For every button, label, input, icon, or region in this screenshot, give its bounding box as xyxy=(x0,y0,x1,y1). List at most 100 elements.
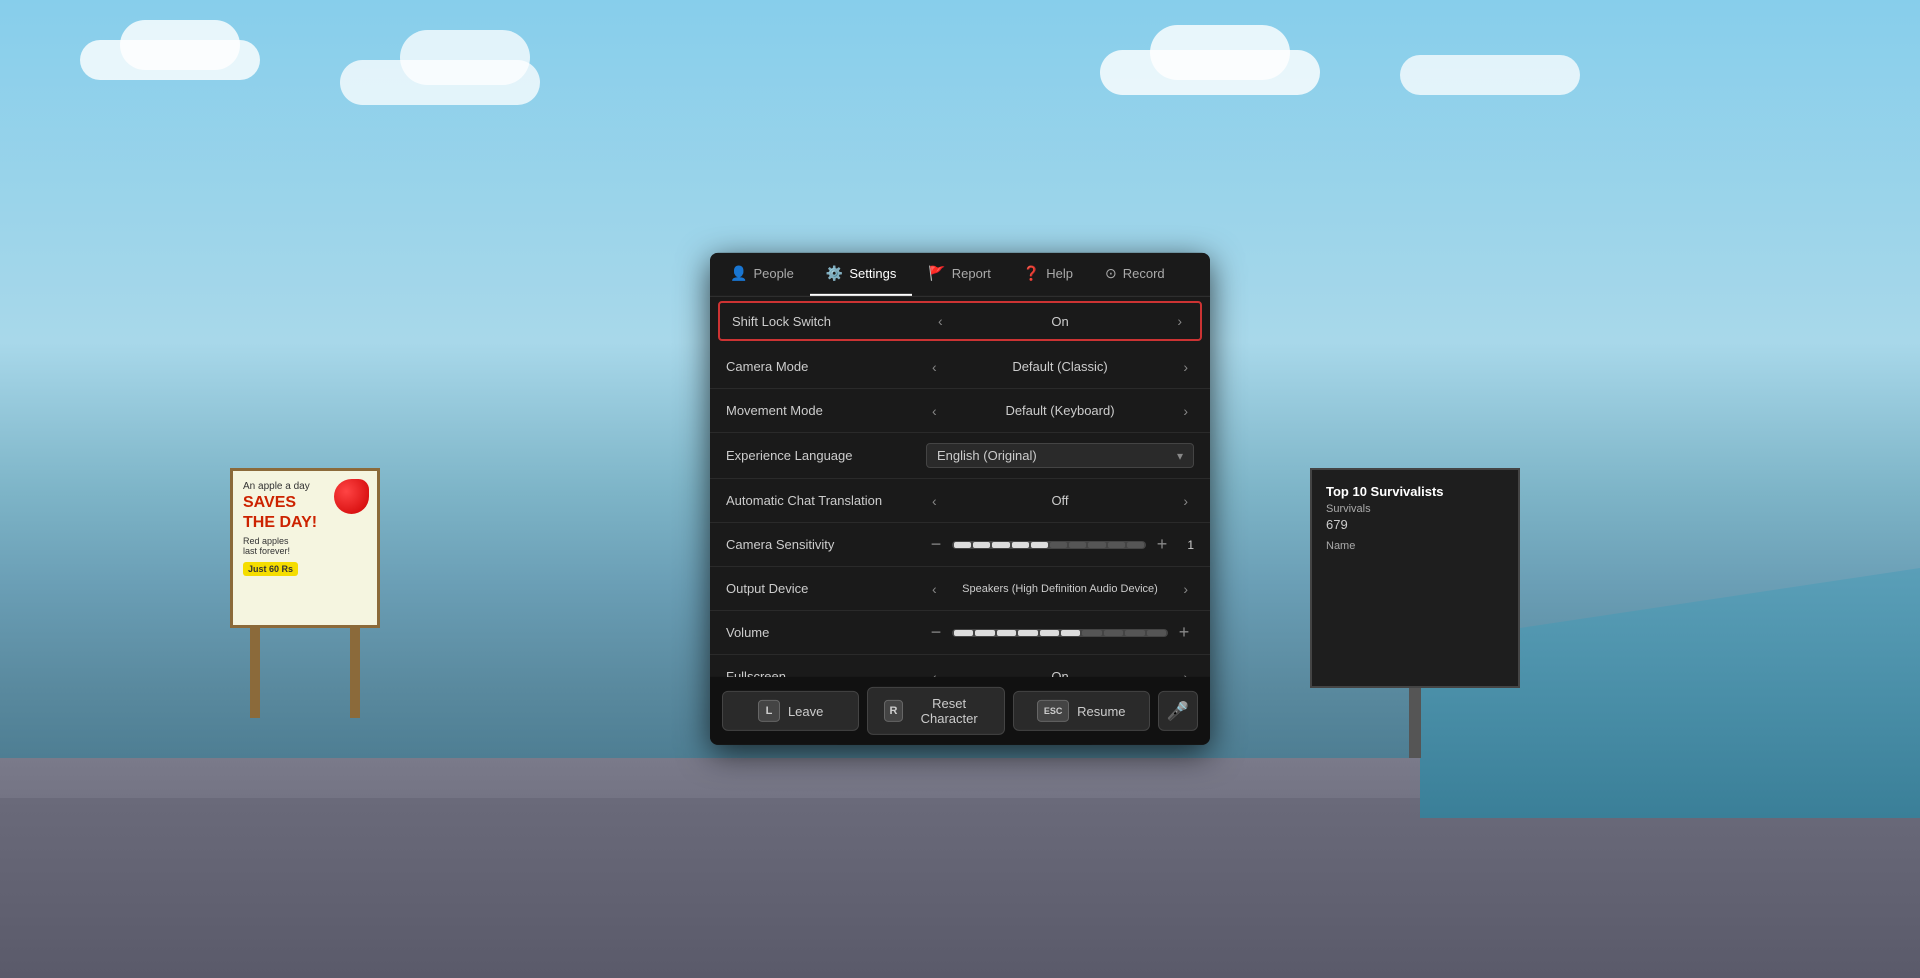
reset-label: Reset Character xyxy=(911,696,988,726)
seg-1 xyxy=(954,541,971,547)
output-device-label: Output Device xyxy=(726,581,926,596)
camera-sensitivity-plus[interactable]: + xyxy=(1152,534,1172,555)
tab-people-label: People xyxy=(753,266,793,281)
help-icon: ❓ xyxy=(1023,265,1040,282)
mic-icon: 🎤 xyxy=(1167,700,1189,721)
bottom-bar: L Leave R Reset Character ESC Resume 🎤 xyxy=(710,677,1210,745)
camera-mode-next[interactable]: › xyxy=(1177,356,1194,376)
seg-9 xyxy=(1108,541,1125,547)
dropdown-arrow-icon: ▾ xyxy=(1177,448,1183,462)
resume-label: Resume xyxy=(1077,703,1125,718)
shift-lock-label: Shift Lock Switch xyxy=(732,313,932,328)
mic-button[interactable]: 🎤 xyxy=(1158,691,1198,731)
tab-help-label: Help xyxy=(1046,266,1073,281)
billboard-right-title: Top 10 Survivalists xyxy=(1326,484,1504,499)
camera-sensitivity-track xyxy=(952,540,1146,548)
tab-record[interactable]: ⊙ Record xyxy=(1089,253,1181,296)
vol-seg-3 xyxy=(997,629,1016,635)
report-icon: 🚩 xyxy=(928,265,945,282)
seg-6 xyxy=(1050,541,1067,547)
experience-language-label: Experience Language xyxy=(726,448,926,463)
fullscreen-prev[interactable]: ‹ xyxy=(926,666,943,677)
fullscreen-value: On xyxy=(943,669,1178,677)
leave-label: Leave xyxy=(788,703,823,718)
setting-volume: Volume − + xyxy=(710,611,1210,655)
experience-language-dropdown[interactable]: English (Original) ▾ xyxy=(926,443,1194,468)
shift-lock-next[interactable]: › xyxy=(1171,311,1188,331)
auto-chat-label: Automatic Chat Translation xyxy=(726,493,926,508)
billboard-left-price: Just 60 Rs xyxy=(243,562,298,576)
tab-help[interactable]: ❓ Help xyxy=(1007,253,1089,296)
people-icon: 👤 xyxy=(730,265,747,282)
apple-icon xyxy=(334,479,369,514)
setting-output-device: Output Device ‹ Speakers (High Definitio… xyxy=(710,567,1210,611)
seg-7 xyxy=(1069,541,1086,547)
fullscreen-next[interactable]: › xyxy=(1177,666,1194,677)
movement-mode-value: Default (Keyboard) xyxy=(943,403,1178,418)
setting-shift-lock: Shift Lock Switch ‹ On › xyxy=(718,301,1202,341)
experience-language-value: English (Original) xyxy=(937,448,1037,463)
tab-people[interactable]: 👤 People xyxy=(714,253,810,296)
camera-sensitivity-label: Camera Sensitivity xyxy=(726,537,926,552)
setting-auto-chat: Automatic Chat Translation ‹ Off › xyxy=(710,479,1210,523)
vol-seg-9 xyxy=(1125,629,1144,635)
billboard-left: An apple a day SAVES THE DAY! Red apples… xyxy=(230,468,380,718)
fullscreen-label: Fullscreen xyxy=(726,669,926,677)
tab-report[interactable]: 🚩 Report xyxy=(912,253,1006,296)
billboard-right: Top 10 Survivalists Survivals 679 Name xyxy=(1310,468,1520,758)
camera-sensitivity-minus[interactable]: − xyxy=(926,534,946,555)
auto-chat-prev[interactable]: ‹ xyxy=(926,490,943,510)
resume-button[interactable]: ESC Resume xyxy=(1013,691,1150,731)
vol-seg-8 xyxy=(1104,629,1123,635)
vol-seg-4 xyxy=(1018,629,1037,635)
vol-seg-1 xyxy=(954,629,973,635)
tab-report-label: Report xyxy=(952,266,991,281)
volume-plus[interactable]: + xyxy=(1174,622,1194,643)
auto-chat-value: Off xyxy=(943,493,1178,508)
resume-key-badge: ESC xyxy=(1037,700,1069,722)
leave-button[interactable]: L Leave xyxy=(722,691,859,731)
auto-chat-next[interactable]: › xyxy=(1177,490,1194,510)
reset-key-badge: R xyxy=(884,700,902,722)
leave-key-badge: L xyxy=(758,700,780,722)
tab-record-label: Record xyxy=(1123,266,1165,281)
tab-bar: 👤 People ⚙️ Settings 🚩 Report ❓ Help ⊙ R… xyxy=(710,253,1210,297)
cloud-6 xyxy=(1150,25,1290,80)
billboard-left-line3: THE DAY! xyxy=(243,514,367,532)
cloud-4 xyxy=(400,30,530,85)
shift-lock-prev[interactable]: ‹ xyxy=(932,311,949,331)
output-device-value: Speakers (High Definition Audio Device) xyxy=(943,582,1178,594)
seg-10 xyxy=(1127,541,1144,547)
movement-mode-prev[interactable]: ‹ xyxy=(926,400,943,420)
tab-settings-label: Settings xyxy=(849,266,896,281)
output-device-prev[interactable]: ‹ xyxy=(926,578,943,598)
billboard-right-label: Survivals xyxy=(1326,503,1504,515)
billboard-left-pole1 xyxy=(250,628,260,718)
billboard-left-line4: Red apples xyxy=(243,536,367,546)
seg-3 xyxy=(992,541,1009,547)
vol-seg-5 xyxy=(1040,629,1059,635)
setting-fullscreen: Fullscreen ‹ On › xyxy=(710,655,1210,677)
setting-movement-mode: Movement Mode ‹ Default (Keyboard) › xyxy=(710,389,1210,433)
seg-4 xyxy=(1012,541,1029,547)
camera-mode-prev[interactable]: ‹ xyxy=(926,356,943,376)
ground-lower xyxy=(0,798,1920,978)
setting-camera-sensitivity: Camera Sensitivity − xyxy=(710,523,1210,567)
billboard-right-value: 679 xyxy=(1326,517,1504,532)
seg-5 xyxy=(1031,541,1048,547)
tab-settings[interactable]: ⚙️ Settings xyxy=(810,253,912,296)
vol-seg-6 xyxy=(1061,629,1080,635)
volume-minus[interactable]: − xyxy=(926,622,946,643)
reset-character-button[interactable]: R Reset Character xyxy=(867,687,1004,735)
settings-content: Shift Lock Switch ‹ On › Camera Mode ‹ D… xyxy=(710,297,1210,677)
billboard-left-pole2 xyxy=(350,628,360,718)
movement-mode-next[interactable]: › xyxy=(1177,400,1194,420)
output-device-next[interactable]: › xyxy=(1177,578,1194,598)
settings-icon: ⚙️ xyxy=(826,265,843,282)
vol-seg-7 xyxy=(1082,629,1101,635)
vol-seg-2 xyxy=(975,629,994,635)
seg-8 xyxy=(1088,541,1105,547)
volume-track xyxy=(952,628,1168,636)
movement-mode-label: Movement Mode xyxy=(726,403,926,418)
camera-mode-value: Default (Classic) xyxy=(943,359,1178,374)
